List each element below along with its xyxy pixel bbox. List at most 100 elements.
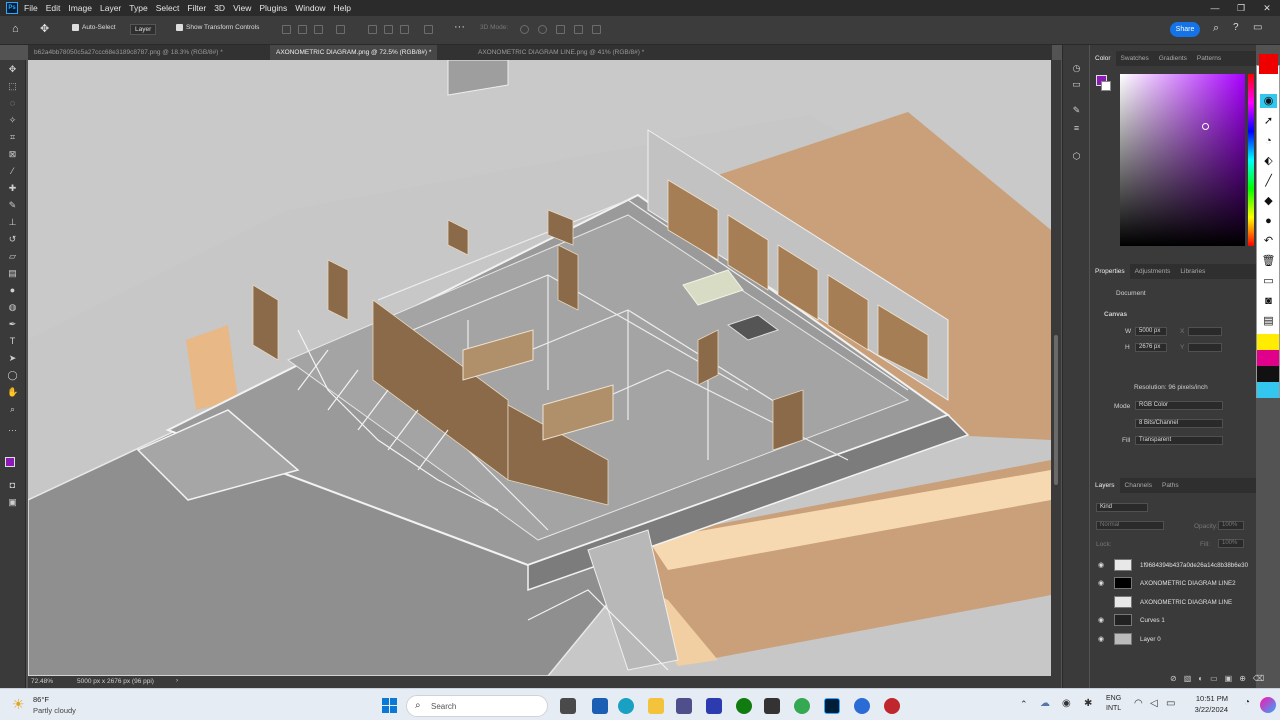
close-button[interactable]: ✕ xyxy=(1254,0,1280,16)
keyboard-layout[interactable]: INTL xyxy=(1106,705,1121,712)
foreground-color-swatch[interactable] xyxy=(5,457,15,467)
layer-filter-dropdown[interactable]: Kind xyxy=(1096,503,1148,512)
menu-window[interactable]: Window xyxy=(295,3,325,13)
menu-edit[interactable]: Edit xyxy=(46,3,61,13)
tray-expand-icon[interactable]: ⌃ xyxy=(1020,699,1028,710)
align-right-icon[interactable] xyxy=(314,25,323,34)
help-icon[interactable]: ? xyxy=(1233,22,1239,33)
auto-select-checkbox[interactable]: Auto-Select xyxy=(72,24,116,31)
start-button[interactable] xyxy=(382,698,398,714)
home-icon[interactable]: ⌂ xyxy=(12,23,19,35)
document-canvas[interactable] xyxy=(28,60,1051,676)
camera-icon[interactable]: ◙ xyxy=(1260,294,1277,308)
zoom-tool-icon[interactable]: ⌕ xyxy=(7,404,18,415)
auto-select-target-dropdown[interactable]: Layer xyxy=(130,24,157,35)
pointer-icon[interactable]: ➚ xyxy=(1260,114,1277,128)
taskbar-search-box[interactable]: ⌕ Search xyxy=(406,695,548,717)
3d-pan-icon[interactable] xyxy=(556,25,565,34)
3d-roll-icon[interactable] xyxy=(538,25,547,34)
tab-channels[interactable]: Channels xyxy=(1120,478,1157,493)
stamp-tool-icon[interactable]: ⊥ xyxy=(7,217,18,228)
history-panel-icon[interactable]: ◷ xyxy=(1071,63,1082,74)
minimize-button[interactable]: — xyxy=(1202,0,1228,16)
search-icon[interactable]: ⌕ xyxy=(1213,22,1219,35)
crop-tool-icon[interactable]: ⌗ xyxy=(7,132,18,143)
tab-document-1[interactable]: b62a4bb78050c5a27ccc68e3189c8787.png @ 1… xyxy=(28,45,229,60)
whiteboard-icon[interactable]: ▭ xyxy=(1260,274,1277,288)
gradient-tool-icon[interactable]: ▤ xyxy=(7,268,18,279)
file-explorer-icon[interactable] xyxy=(648,698,664,714)
tab-swatches[interactable]: Swatches xyxy=(1116,51,1154,66)
affinity-icon[interactable] xyxy=(706,698,722,714)
menu-layer[interactable]: Layer xyxy=(100,3,121,13)
menu-3d[interactable]: 3D xyxy=(214,3,225,13)
tab-axonometric-diagram-line[interactable]: AXONOMETRIC DIAGRAM LINE.png @ 41% (RGB/… xyxy=(472,45,650,60)
weather-icon[interactable]: ☀ xyxy=(12,696,25,713)
volume-icon[interactable]: ◁ xyxy=(1150,698,1158,709)
store-icon[interactable] xyxy=(676,698,692,714)
battery-icon[interactable]: ▭ xyxy=(1166,698,1175,709)
align-left-icon[interactable] xyxy=(282,25,291,34)
tab-adjustments[interactable]: Adjustments xyxy=(1130,264,1176,279)
tab-axonometric-diagram[interactable]: AXONOMETRIC DIAGRAM.png @ 72.5% (RGB/8#)… xyxy=(270,45,438,60)
undo-icon[interactable]: ↶ xyxy=(1260,234,1277,248)
restore-button[interactable]: ❐ xyxy=(1228,0,1254,16)
stopwatch-icon[interactable]: ◔ xyxy=(1260,134,1277,148)
distribute-icon[interactable] xyxy=(368,25,377,34)
task-view-icon[interactable] xyxy=(560,698,576,714)
clipboard-icon[interactable]: ▤ xyxy=(1260,314,1277,328)
layer-row[interactable]: ◉ AXONOMETRIC DIAGRAM LINE2 xyxy=(1090,574,1256,592)
distribute-2-icon[interactable] xyxy=(384,25,393,34)
tab-properties[interactable]: Properties xyxy=(1090,264,1130,279)
align-center-icon[interactable] xyxy=(298,25,307,34)
calculator-icon[interactable] xyxy=(764,698,780,714)
show-transform-checkbox[interactable]: Show Transform Controls xyxy=(176,24,259,31)
tray-bluetooth-icon[interactable]: ✱ xyxy=(1084,698,1092,709)
color-background-swatch[interactable] xyxy=(1101,81,1111,91)
3d-scale-icon[interactable] xyxy=(592,25,601,34)
history-brush-icon[interactable]: ↺ xyxy=(7,234,18,245)
3d-slide-icon[interactable] xyxy=(574,25,583,34)
move-tool-icon[interactable]: ✥ xyxy=(40,22,49,35)
layer-row[interactable]: ◉ Curves 1 xyxy=(1090,611,1256,629)
comments-panel-icon[interactable]: ▭ xyxy=(1071,79,1082,90)
share-button[interactable]: Share xyxy=(1170,22,1200,37)
xbox-icon[interactable] xyxy=(736,698,752,714)
menu-image[interactable]: Image xyxy=(68,3,92,13)
menu-type[interactable]: Type xyxy=(129,3,147,13)
marker-icon[interactable]: ◆ xyxy=(1260,194,1277,208)
color-palette-strip[interactable] xyxy=(1257,334,1279,398)
align-top-icon[interactable] xyxy=(336,25,345,34)
type-tool-icon[interactable]: T xyxy=(7,336,18,347)
tab-gradients[interactable]: Gradients xyxy=(1154,51,1192,66)
eye-icon[interactable]: ◉ xyxy=(1260,94,1277,108)
teams-icon[interactable] xyxy=(592,698,608,714)
hue-slider[interactable] xyxy=(1248,74,1254,246)
layer-actions-bar[interactable]: ⊘▧◐▭▣⊕⌫ xyxy=(1170,674,1271,683)
hand-tool-icon[interactable]: ✋ xyxy=(7,387,18,398)
eyedropper-icon[interactable]: ⁄ xyxy=(7,166,18,177)
more-tools-icon[interactable]: ··· xyxy=(7,425,18,436)
menu-view[interactable]: View xyxy=(233,3,251,13)
fill-opacity-field[interactable]: 100% xyxy=(1218,539,1244,548)
menu-help[interactable]: Help xyxy=(333,3,350,13)
visibility-eye-icon[interactable]: ◉ xyxy=(1094,561,1108,569)
weather-temp[interactable]: 86°F xyxy=(33,695,49,704)
vertical-scroll-thumb[interactable] xyxy=(1054,335,1058,485)
blend-mode-dropdown[interactable]: Normal xyxy=(1096,521,1164,530)
layer-row[interactable]: ◉ Layer 0 xyxy=(1090,630,1256,648)
clock-time[interactable]: 10:51 PM xyxy=(1192,694,1228,703)
layer-row[interactable]: AXONOMETRIC DIAGRAM LINE xyxy=(1090,593,1256,611)
language-code[interactable]: ENG xyxy=(1106,695,1121,702)
bit-depth-dropdown[interactable]: 8 Bits/Channel xyxy=(1135,419,1223,428)
tab-patterns[interactable]: Patterns xyxy=(1192,51,1226,66)
photoshop-taskbar-icon[interactable] xyxy=(824,698,840,714)
color-picker-cursor[interactable] xyxy=(1202,123,1209,130)
status-expand-icon[interactable]: › xyxy=(176,677,178,684)
workspace-icon[interactable]: ▭ xyxy=(1253,22,1262,33)
notification-bell-icon[interactable]: ◔ xyxy=(1244,697,1250,708)
move-tool-icon[interactable]: ✥ xyxy=(7,64,18,75)
copilot-icon[interactable] xyxy=(1260,697,1276,713)
menu-filter[interactable]: Filter xyxy=(187,3,206,13)
layer-row[interactable]: ◉ 1f9684394b437a0de26a14c8b38b6e30 xyxy=(1090,556,1256,574)
